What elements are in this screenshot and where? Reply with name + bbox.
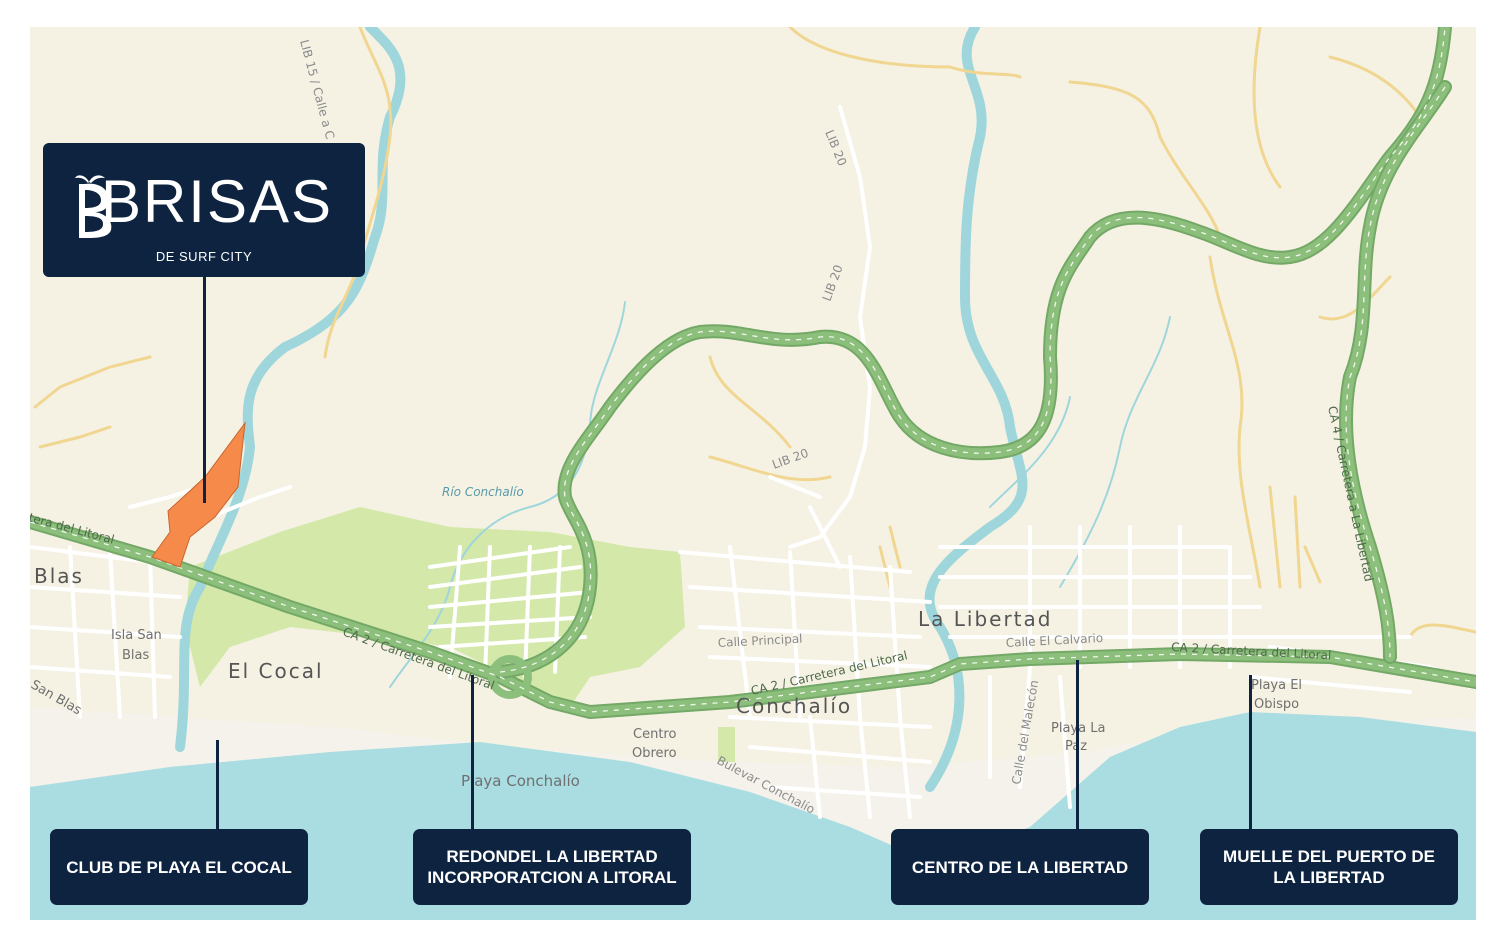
callout-centro-de-la-libertad[interactable]: CENTRO DE LA LIBERTAD — [891, 829, 1149, 905]
label-isla-san-blas-1: Isla San — [111, 628, 162, 643]
label-blas: Blas — [34, 564, 84, 588]
brand-tagline: DE SURF CITY — [155, 249, 253, 264]
label-isla-san-blas-2: Blas — [122, 648, 149, 663]
label-playa-el-obispo-2: Obispo — [1254, 697, 1299, 712]
brand-name: BRISAS — [43, 167, 365, 239]
label-playa-el-obispo-1: Playa El — [1251, 678, 1302, 693]
label-playa-conchalio: Playa Conchalío — [461, 772, 580, 790]
brand-leader-line — [203, 277, 206, 503]
muelle-leader-line — [1249, 675, 1252, 830]
callout-redondel-la-libertad[interactable]: REDONDEL LA LIBERTAD INCORPORATCION A LI… — [413, 829, 691, 905]
callout-label: CENTRO DE LA LIBERTAD — [911, 857, 1129, 877]
label-rio-conchalio: Río Conchalío — [442, 485, 524, 499]
label-la-libertad: La Libertad — [918, 607, 1052, 631]
callout-club-de-playa-el-cocal[interactable]: CLUB DE PLAYA EL COCAL — [50, 829, 308, 905]
brand-name-text: BRISAS — [100, 168, 334, 235]
centro-leader-line — [1076, 660, 1079, 830]
cocal-leader-line — [216, 740, 219, 830]
callout-label: CLUB DE PLAYA EL COCAL — [66, 857, 292, 877]
callout-muelle-del-puerto[interactable]: MUELLE DEL PUERTO DE LA LIBERTAD — [1200, 829, 1458, 905]
label-centro-obrero-1: Centro — [633, 727, 676, 742]
label-el-cocal: El Cocal — [228, 659, 324, 683]
callout-label: REDONDEL LA LIBERTAD INCORPORATCION A LI… — [427, 847, 677, 887]
callout-label: MUELLE DEL PUERTO DE LA LIBERTAD — [1223, 847, 1435, 887]
brand-logo-box: BRISAS DE SURF CITY — [43, 143, 365, 277]
redondel-leader-line — [471, 675, 474, 830]
label-centro-obrero-2: Obrero — [632, 746, 677, 761]
